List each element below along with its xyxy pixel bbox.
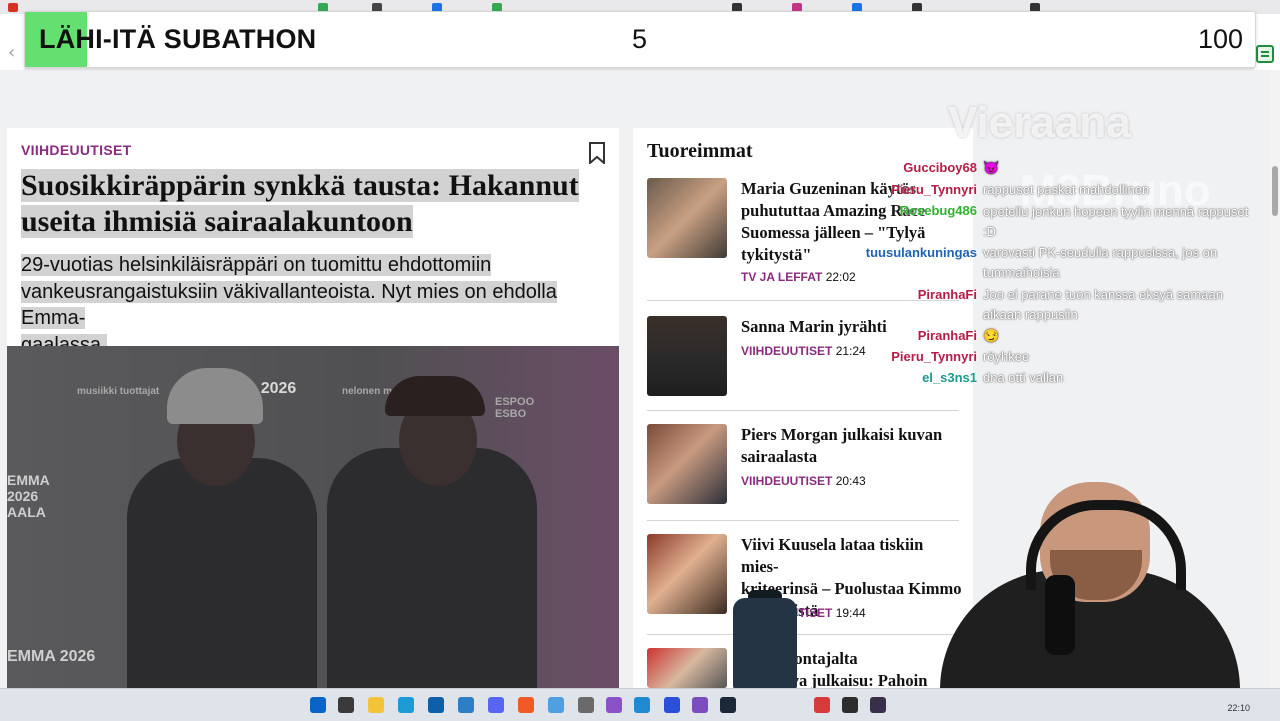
subathon-title: LÄHI-ITÄ SUBATHON [39, 24, 317, 54]
chat-text: rappuset paskat mahdollinen [983, 182, 1150, 197]
news-time: 19:44 [835, 606, 866, 620]
vscode-icon[interactable] [634, 697, 650, 713]
news-thumbnail[interactable] [647, 534, 727, 614]
news-category[interactable]: VIIHDEUUTISET [741, 474, 832, 488]
chat-text: varovasti PK-seudulla rappusissa, jos on… [983, 245, 1218, 280]
photo-wall-logo: ESPOO ESBO [495, 396, 535, 420]
file-explorer-icon[interactable] [368, 697, 384, 713]
news-time: 20:43 [835, 474, 866, 488]
photo-person-left-beanie [167, 368, 263, 424]
photo-wall-logo: musiikki tuottajat [77, 386, 160, 397]
bookmark-icon[interactable] [589, 142, 605, 164]
subathon-bar: LÄHI-ITÄ SUBATHON 5 100 [24, 11, 1256, 68]
chat-username: Pieru_Tynnyri [891, 182, 977, 197]
browser-left-edge: ‹ [0, 14, 24, 70]
chat-username: tuusulankuningas [865, 245, 977, 260]
article-category[interactable]: VIIHDEUUTISET [21, 142, 131, 158]
webcam-feed [930, 470, 1280, 688]
news-thumbnail[interactable] [647, 178, 727, 258]
back-chevron-icon[interactable]: ‹ [8, 42, 15, 64]
news-item[interactable]: Juontajalta seva julkaisu: Pahoin [647, 648, 959, 690]
app-icon[interactable] [578, 697, 594, 713]
chat-username: Rosebug486 [899, 203, 977, 218]
app-icon[interactable] [664, 697, 680, 713]
app-icon[interactable] [692, 697, 708, 713]
store-icon[interactable] [428, 697, 444, 713]
reader-mode-icon[interactable] [1256, 45, 1274, 63]
lead-line: vankeusrangaistuksiin väkivallanteoista.… [21, 280, 557, 329]
photo-wall-logo: EMMA 2026 [7, 648, 96, 665]
gmail-bookmark-icon[interactable] [8, 3, 18, 12]
chat-username: Gucciboy68 [903, 160, 977, 175]
news-meta: VIIHDEUUTISET 20:43 [741, 474, 866, 488]
discord-icon[interactable] [488, 697, 504, 713]
news-item[interactable]: Piers Morgan julkaisi kuvan sairaalasta … [647, 424, 959, 532]
title-line: sairaalasta [741, 447, 818, 466]
windows-taskbar: 22:10 [0, 688, 1280, 721]
news-thumbnail[interactable] [647, 424, 727, 504]
chat-text: opetellu jonkun hopeen tyylin mennä rapp… [983, 204, 1249, 239]
windows-start-icon[interactable] [310, 697, 326, 713]
article-headline[interactable]: Suosikkiräppärin synkkä tausta: Hakannut… [21, 168, 581, 240]
news-time: 22:02 [825, 270, 856, 284]
taskbar-clock[interactable]: 22:10 [1227, 703, 1250, 713]
app-icon[interactable] [814, 697, 830, 713]
title-line: Suomessa jälleen – "Tylyä [741, 223, 926, 242]
microphone-icon [1045, 575, 1075, 655]
stream-watermark: Vieraana [948, 98, 1131, 147]
news-divider [647, 410, 959, 411]
chat-text: Joo ei parane tuon kanssa eksyä samaan a… [983, 287, 1223, 322]
title-line: tykitystä" [741, 245, 812, 264]
news-thumbnail[interactable] [647, 648, 727, 688]
browser-right-edge [1254, 14, 1280, 70]
news-title[interactable]: Piers Morgan julkaisi kuvan sairaalasta [741, 424, 963, 468]
news-divider [647, 520, 959, 521]
subathon-count: 5 [632, 24, 648, 54]
app-icon[interactable] [606, 697, 622, 713]
news-category[interactable]: TV JA LEFFAT [741, 270, 822, 284]
news-item[interactable]: Viivi Kuusela lataa tiskiin mies- kritee… [647, 534, 961, 642]
obs-icon[interactable] [870, 697, 886, 713]
webcam-bottle [733, 598, 797, 690]
chat-emote: 😏 [983, 328, 1000, 343]
headline-line: Suosikkiräppärin synkkä tausta: Hakannut [21, 169, 579, 202]
search-icon[interactable] [338, 697, 354, 713]
chat-username: el_s3ns1 [922, 370, 977, 385]
notepad-icon[interactable] [548, 697, 564, 713]
steam-icon[interactable] [720, 697, 736, 713]
scrollbar-thumb[interactable] [1272, 166, 1278, 216]
chat-text: röyhkee [983, 349, 1030, 364]
photo-person-left [127, 458, 317, 688]
news-thumbnail[interactable] [647, 316, 727, 396]
chat-emote: 😈 [983, 160, 1000, 175]
lead-line: 29-vuotias helsinkiläisräppäri on tuomit… [21, 254, 492, 276]
headline-line: useita ihmisiä sairaalakuntoon [21, 205, 413, 238]
article-photo[interactable]: musiikki tuottajat nelonen media ESPOO E… [7, 346, 619, 688]
article-lead: 29-vuotias helsinkiläisräppäri on tuomit… [21, 252, 591, 358]
main-article[interactable]: VIIHDEUUTISET Suosikkiräppärin synkkä ta… [7, 128, 619, 688]
photo-wall-logo: EMMA 2026 AALA [7, 472, 50, 520]
news-meta: TV JA LEFFAT 22:02 [741, 270, 856, 284]
brave-icon[interactable] [518, 697, 534, 713]
chat-text: dna otti vallan [983, 370, 1064, 385]
photo-person-right-beanie [385, 376, 485, 416]
subathon-goal: 100 [1197, 24, 1243, 54]
news-divider [647, 634, 959, 635]
chat-username: Pieru_Tynnyri [891, 349, 977, 364]
title-line: Piers Morgan julkaisi kuvan [741, 425, 943, 444]
app-icon[interactable] [842, 697, 858, 713]
title-line: Viivi Kuusela lataa tiskiin mies- [741, 535, 924, 576]
chat-username: PiranhaFi [917, 287, 977, 302]
edge-icon[interactable] [398, 697, 414, 713]
latest-heading: Tuoreimmat [647, 140, 753, 162]
app-icon[interactable] [458, 697, 474, 713]
chat-username: PiranhaFi [917, 328, 977, 343]
